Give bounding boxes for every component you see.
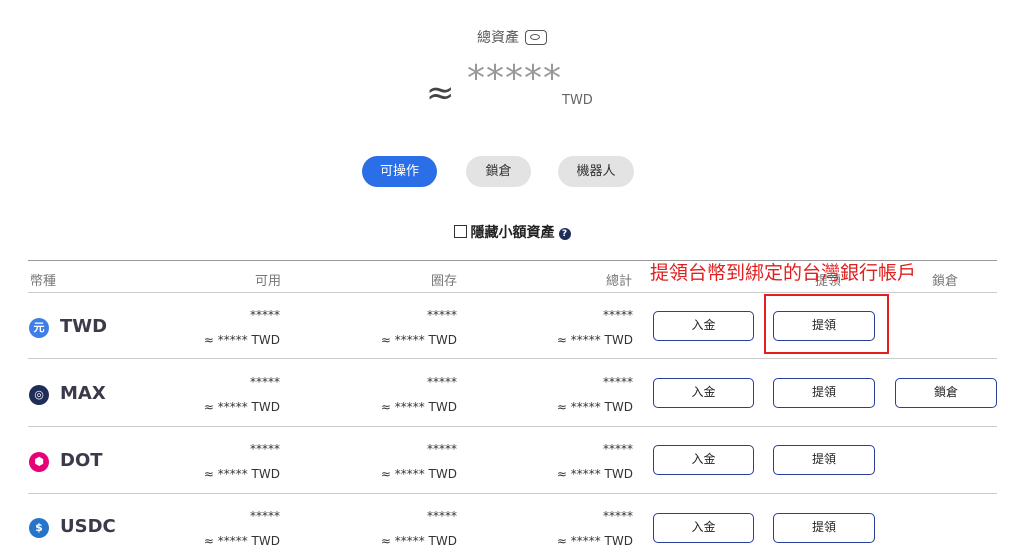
available-twd: ≈ ***** TWD <box>203 333 280 347</box>
header-divider <box>28 292 997 293</box>
dot-coin-icon: ⬢ <box>29 452 49 472</box>
tab-bot[interactable]: 機器人 <box>558 156 634 187</box>
row-divider <box>28 493 997 494</box>
locked-value: ***** <box>427 308 457 322</box>
locked-value: ***** <box>427 509 457 523</box>
total-twd: ≈ ***** TWD <box>556 400 633 414</box>
withdraw-button[interactable]: 提領 <box>773 445 875 475</box>
available-value: ***** <box>250 308 280 322</box>
hide-small-assets-toggle[interactable]: 隱藏小額資產? <box>0 222 1024 242</box>
locked-value: ***** <box>427 375 457 389</box>
header-locked: 圈存 <box>431 274 458 289</box>
usdc-coin-icon: $ <box>29 518 49 538</box>
withdraw-button[interactable]: 提領 <box>773 378 875 408</box>
available-value: ***** <box>250 375 280 389</box>
total-twd: ≈ ***** TWD <box>556 467 633 481</box>
total-assets-label: 總資產 <box>0 27 1024 47</box>
deposit-button[interactable]: 入金 <box>653 311 754 341</box>
available-value: ***** <box>250 442 280 456</box>
twd-coin-icon: 元 <box>29 318 49 338</box>
available-twd: ≈ ***** TWD <box>203 467 280 481</box>
header-currency: 幣種 <box>30 274 57 289</box>
tab-operable[interactable]: 可操作 <box>362 156 437 187</box>
deposit-button[interactable]: 入金 <box>653 378 754 408</box>
available-twd: ≈ ***** TWD <box>203 400 280 414</box>
annotation-text: 提領台幣到綁定的台灣銀行帳戶 <box>650 262 917 284</box>
approx-sign: ≈ <box>426 73 455 113</box>
total-value: ***** <box>603 308 633 322</box>
total-value: ***** <box>603 442 633 456</box>
coin-name: MAX <box>60 383 106 404</box>
total-assets-currency: TWD <box>562 93 593 108</box>
deposit-button[interactable]: 入金 <box>653 513 754 543</box>
locked-twd: ≈ ***** TWD <box>380 467 457 481</box>
header-lock: 鎖倉 <box>932 274 959 289</box>
locked-twd: ≈ ***** TWD <box>380 534 457 548</box>
total-value: ***** <box>603 375 633 389</box>
lock-button[interactable]: 鎖倉 <box>895 378 997 408</box>
eye-icon[interactable] <box>525 30 547 45</box>
available-value: ***** <box>250 509 280 523</box>
tab-locked[interactable]: 鎖倉 <box>466 156 531 187</box>
locked-twd: ≈ ***** TWD <box>380 333 457 347</box>
coin-name: DOT <box>60 450 103 471</box>
deposit-button[interactable]: 入金 <box>653 445 754 475</box>
row-divider <box>28 358 997 359</box>
annotation-highlight-box <box>764 294 889 354</box>
total-value: ***** <box>603 509 633 523</box>
total-twd: ≈ ***** TWD <box>556 534 633 548</box>
locked-value: ***** <box>427 442 457 456</box>
header-total: 總計 <box>606 274 633 289</box>
total-twd: ≈ ***** TWD <box>556 333 633 347</box>
help-icon[interactable]: ? <box>558 228 571 240</box>
max-coin-icon: ◎ <box>29 385 49 405</box>
header-available: 可用 <box>255 274 282 289</box>
checkbox[interactable] <box>453 225 467 238</box>
total-assets-value: ***** <box>467 58 562 99</box>
withdraw-button[interactable]: 提領 <box>773 513 875 543</box>
locked-twd: ≈ ***** TWD <box>380 400 457 414</box>
row-divider <box>28 426 997 427</box>
available-twd: ≈ ***** TWD <box>203 534 280 548</box>
